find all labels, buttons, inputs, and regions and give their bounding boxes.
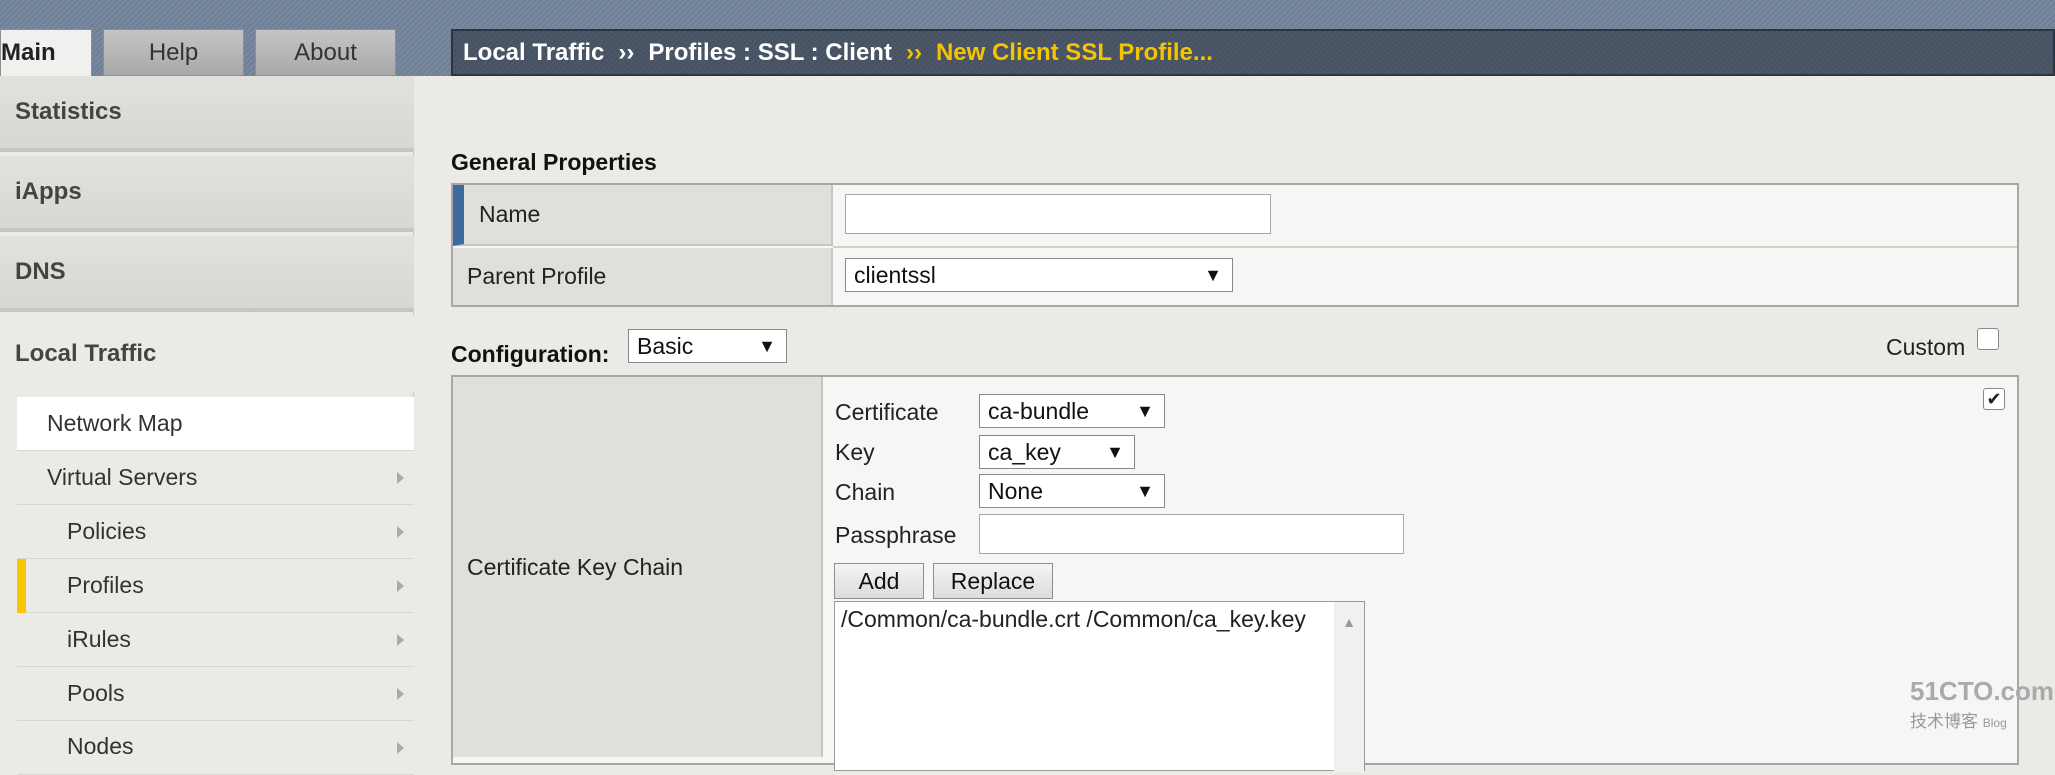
section-label: DNS [15,258,66,285]
item-label: iRules [67,626,131,652]
chevron-right-icon [397,526,404,538]
section-title-general-properties: General Properties [451,149,657,175]
certificate-chain-listbox[interactable]: /Common/ca-bundle.crt /Common/ca_key.key… [834,601,1365,772]
name-label: Name [479,201,541,227]
list-item[interactable]: /Common/ca-bundle.crt /Common/ca_key.key [835,602,1364,637]
breadcrumb-separator: ›› [618,38,635,66]
dropdown-arrow-icon: ▼ [1136,481,1154,501]
select-value: Basic [637,332,694,359]
sidebar-section-local-traffic[interactable]: Local Traffic [0,316,414,392]
parent-profile-label-cell: Parent Profile [453,248,833,305]
key-label: Key [835,439,875,465]
passphrase-input[interactable] [979,514,1404,554]
sidebar-item-virtual-servers[interactable]: Virtual Servers [17,451,414,505]
sidebar-section-iapps[interactable]: iApps [0,156,414,232]
scroll-up-icon[interactable]: ▲ [1334,614,1364,630]
sidebar-item-pools[interactable]: Pools [17,667,414,721]
ckc-label-cell: Certificate Key Chain [453,377,823,757]
chevron-right-icon [397,580,404,592]
item-label: Pools [67,680,125,706]
custom-label: Custom [1886,334,1966,360]
dropdown-arrow-icon: ▼ [1106,442,1124,462]
add-button[interactable]: Add [834,563,924,599]
select-value: ca-bundle [988,397,1090,424]
passphrase-label: Passphrase [835,522,957,548]
section-label: Local Traffic [15,340,157,367]
item-label: Network Map [47,410,183,436]
certificate-label: Certificate [835,399,939,425]
breadcrumb-profiles[interactable]: Profiles : SSL : Client [648,39,892,67]
chevron-right-icon [397,472,404,484]
section-label: Statistics [15,98,122,125]
tab-help[interactable]: Help [103,29,244,76]
divider [833,246,2017,248]
breadcrumb-separator: ›› [905,38,922,66]
select-value: clientssl [854,261,936,288]
scrollbar[interactable]: ▲ [1334,602,1364,772]
parent-profile-select[interactable]: clientssl ▼ [845,258,1233,292]
chevron-right-icon [397,634,404,646]
custom-all-checkbox[interactable] [1977,328,1999,350]
ckc-custom-checkbox[interactable]: ✔ [1983,388,2005,410]
chevron-right-icon [397,742,404,754]
configuration-label: Configuration: [451,341,610,367]
dropdown-arrow-icon: ▼ [1204,265,1222,285]
parent-profile-label: Parent Profile [467,263,607,289]
key-select[interactable]: ca_key ▼ [979,435,1135,469]
configuration-select[interactable]: Basic ▼ [628,329,787,363]
watermark-logo: 51CTO.com 技术博客 Blog [1910,676,2055,731]
sidebar-item-profiles[interactable]: Profiles [17,559,414,613]
sidebar-item-policies[interactable]: Policies [17,505,414,559]
tab-about[interactable]: About [255,29,396,76]
breadcrumb: Local Traffic ›› Profiles : SSL : Client… [451,29,2055,76]
sidebar-section-dns[interactable]: DNS [0,236,414,312]
sidebar-item-nodes[interactable]: Nodes [17,721,414,775]
tab-label: Main [1,39,56,66]
breadcrumb-current: New Client SSL Profile... [935,38,1213,66]
select-value: None [988,477,1043,504]
item-label: Nodes [67,733,134,759]
dropdown-arrow-icon: ▼ [1136,401,1154,421]
sidebar-item-network-map[interactable]: Network Map [17,397,414,451]
chain-select[interactable]: None ▼ [979,474,1165,508]
select-value: ca_key [988,438,1061,465]
item-label: Profiles [67,572,144,598]
item-label: Virtual Servers [47,464,198,490]
sidebar-section-statistics[interactable]: Statistics [0,76,414,152]
breadcrumb-local-traffic[interactable]: Local Traffic [463,39,604,67]
dropdown-arrow-icon: ▼ [758,336,776,356]
tab-main[interactable]: Main [0,29,92,76]
certificate-select[interactable]: ca-bundle ▼ [979,394,1165,428]
chevron-right-icon [397,688,404,700]
button-label: Replace [950,567,1036,594]
chain-label: Chain [835,479,896,505]
replace-button[interactable]: Replace [933,563,1053,599]
name-input[interactable] [845,194,1271,234]
tab-label: About [294,38,357,66]
tab-label: Help [148,38,199,66]
section-label: iApps [15,178,82,205]
certificate-key-chain-label: Certificate Key Chain [467,553,684,580]
item-label: Policies [67,518,147,544]
name-label-cell: Name [453,185,833,246]
sidebar-item-irules[interactable]: iRules [17,613,414,667]
button-label: Add [858,567,900,594]
